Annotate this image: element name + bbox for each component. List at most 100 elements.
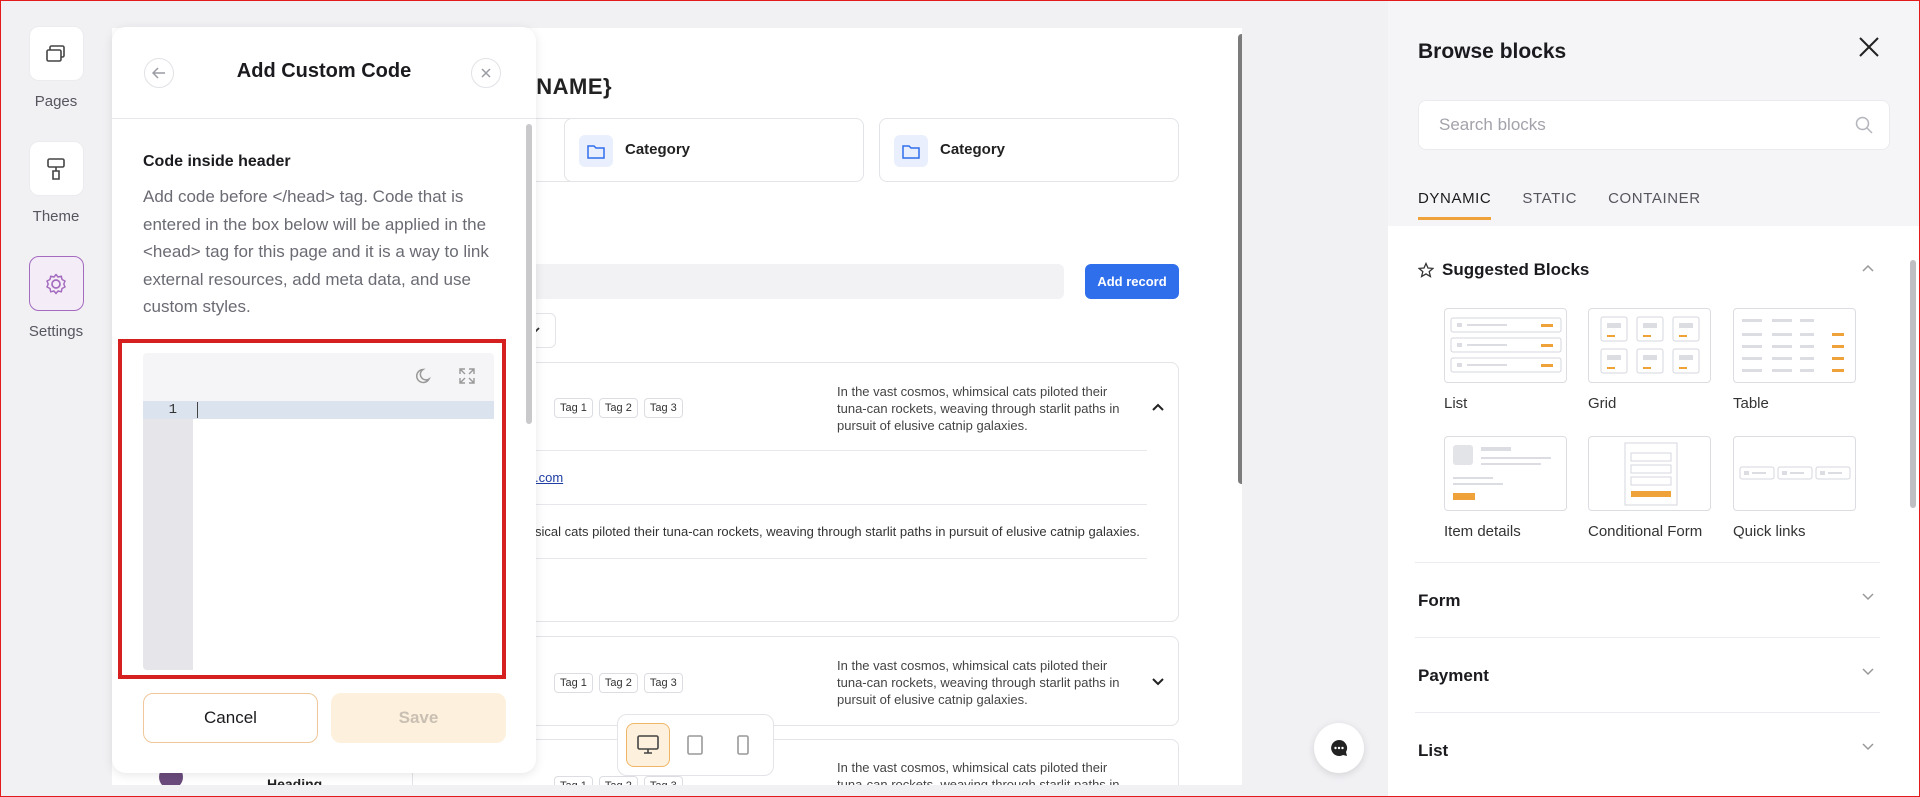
tag: Tag 1: [554, 776, 593, 785]
highlight-box: [118, 339, 506, 679]
tab-dynamic[interactable]: DYNAMIC: [1418, 190, 1492, 220]
table-block-thumbnail: [1733, 308, 1856, 383]
chat-button[interactable]: [1314, 723, 1364, 773]
search-input[interactable]: [1439, 115, 1839, 135]
block-grid[interactable]: Grid: [1588, 308, 1718, 412]
modal-scrollbar[interactable]: [526, 124, 532, 424]
settings-button[interactable]: [28, 256, 84, 311]
record-long-text: sical cats piloted their tuna-can rocket…: [535, 524, 1140, 539]
close-icon: [1859, 37, 1879, 57]
custom-code-modal: Add Custom Code Code inside header Add c…: [112, 27, 536, 773]
device-toolbar: [617, 714, 774, 776]
grid-block-thumbnail: [1588, 308, 1711, 383]
list-block-thumbnail: [1444, 308, 1567, 383]
canvas-scrollbar[interactable]: [1238, 34, 1242, 484]
tag: Tag 2: [598, 673, 638, 693]
tablet-view-button[interactable]: [673, 723, 717, 767]
block-label: List: [1444, 395, 1468, 412]
block-list[interactable]: List: [1444, 308, 1574, 412]
accordion-payment[interactable]: Payment: [1415, 637, 1880, 712]
tag: Tag 1: [554, 673, 593, 693]
desktop-view-button[interactable]: [625, 723, 670, 767]
block-search[interactable]: [1418, 100, 1890, 150]
tab-static[interactable]: STATIC: [1522, 190, 1577, 220]
tag: Tag 1: [554, 398, 593, 418]
panel-scrollbar[interactable]: [1910, 260, 1916, 508]
category-label: Category: [940, 141, 1006, 158]
blocks-list: Suggested Blocks List Grid Table Item de…: [1388, 226, 1920, 797]
category-card[interactable]: Category: [879, 118, 1179, 182]
block-quick-links[interactable]: Quick links: [1733, 436, 1863, 540]
modal-close-button[interactable]: [471, 58, 501, 88]
save-button[interactable]: Save: [331, 693, 506, 743]
suggested-blocks-title: Suggested Blocks: [1442, 260, 1590, 279]
chevron-down-icon: [1862, 743, 1874, 751]
accordion-label: Payment: [1418, 666, 1489, 685]
settings-label: Settings: [28, 323, 84, 340]
pages-icon: [46, 44, 65, 62]
chat-icon: [1331, 739, 1348, 756]
quick-links-block-thumbnail: [1733, 436, 1856, 511]
theme-button[interactable]: [28, 141, 84, 196]
paint-roller-icon: [47, 157, 65, 180]
mobile-view-button[interactable]: [721, 723, 765, 767]
block-conditional-form[interactable]: Conditional Form: [1588, 436, 1718, 540]
add-record-button[interactable]: Add record: [1085, 264, 1179, 299]
tag: Tag 2: [598, 398, 638, 418]
record-heading: Heading: [267, 776, 323, 785]
gear-icon: [46, 273, 66, 294]
accordion-form[interactable]: Form: [1415, 562, 1880, 637]
pages-button[interactable]: [28, 26, 84, 81]
item-details-block-thumbnail: [1444, 436, 1567, 511]
browse-blocks-panel: Browse blocks DYNAMIC STATIC CONTAINER S…: [1388, 0, 1920, 797]
category-card[interactable]: Category: [564, 118, 864, 182]
section-title: Code inside header: [143, 153, 291, 170]
block-label: Grid: [1588, 395, 1617, 412]
block-label: Quick links: [1733, 523, 1806, 540]
left-rail: Pages Theme Settings: [0, 0, 112, 797]
section-description: Add code before </head> tag. Code that i…: [143, 187, 489, 316]
tag: Tag 3: [643, 398, 683, 418]
accordion-label: List: [1418, 741, 1449, 760]
mobile-icon: [737, 735, 749, 755]
folder-icon: [579, 135, 613, 167]
rail-item-settings[interactable]: Settings: [0, 256, 112, 340]
close-icon: [481, 68, 491, 78]
chevron-down-icon: [1862, 593, 1874, 601]
accordion-label: Form: [1418, 591, 1461, 610]
cancel-button[interactable]: Cancel: [143, 693, 318, 743]
block-table[interactable]: Table: [1733, 308, 1863, 412]
tag: Tag 3: [643, 776, 683, 785]
preview-search-bar[interactable]: [512, 264, 1064, 299]
tag: Tag 2: [598, 776, 638, 785]
block-label: Item details: [1444, 523, 1521, 540]
chevron-down-icon: [1862, 668, 1874, 676]
tag-list: Tag 1 Tag 2 Tag 3: [554, 776, 683, 785]
theme-label: Theme: [32, 208, 80, 225]
record-link[interactable]: .com: [535, 470, 563, 485]
block-tabs: DYNAMIC STATIC CONTAINER: [1418, 190, 1701, 220]
tablet-icon: [687, 735, 704, 755]
panel-title: Browse blocks: [1418, 40, 1567, 63]
rail-item-pages[interactable]: Pages: [0, 26, 112, 110]
accordion-list[interactable]: List: [1415, 712, 1880, 787]
block-label: Conditional Form: [1588, 523, 1703, 540]
block-label: Table: [1733, 395, 1769, 412]
chevron-down-icon[interactable]: [1152, 678, 1164, 686]
tag-list: Tag 1 Tag 2 Tag 3: [554, 673, 683, 693]
folder-icon: [894, 135, 928, 167]
record-description: In the vast cosmos, whimsical cats pilot…: [837, 760, 1120, 785]
star-icon: [1418, 262, 1434, 278]
conditional-form-block-thumbnail: [1588, 436, 1711, 511]
modal-header: Add Custom Code: [112, 27, 536, 119]
tag: Tag 3: [643, 673, 683, 693]
tab-container[interactable]: CONTAINER: [1608, 190, 1701, 220]
rail-item-theme[interactable]: Theme: [0, 141, 112, 225]
panel-close-button[interactable]: [1858, 36, 1880, 63]
suggested-blocks-header[interactable]: Suggested Blocks: [1418, 260, 1589, 280]
block-item-details[interactable]: Item details: [1444, 436, 1574, 540]
record-description: In the vast cosmos, whimsical cats pilot…: [837, 658, 1120, 707]
chevron-up-icon[interactable]: [1862, 264, 1874, 272]
pages-label: Pages: [34, 93, 78, 110]
chevron-up-icon[interactable]: [1152, 403, 1164, 411]
